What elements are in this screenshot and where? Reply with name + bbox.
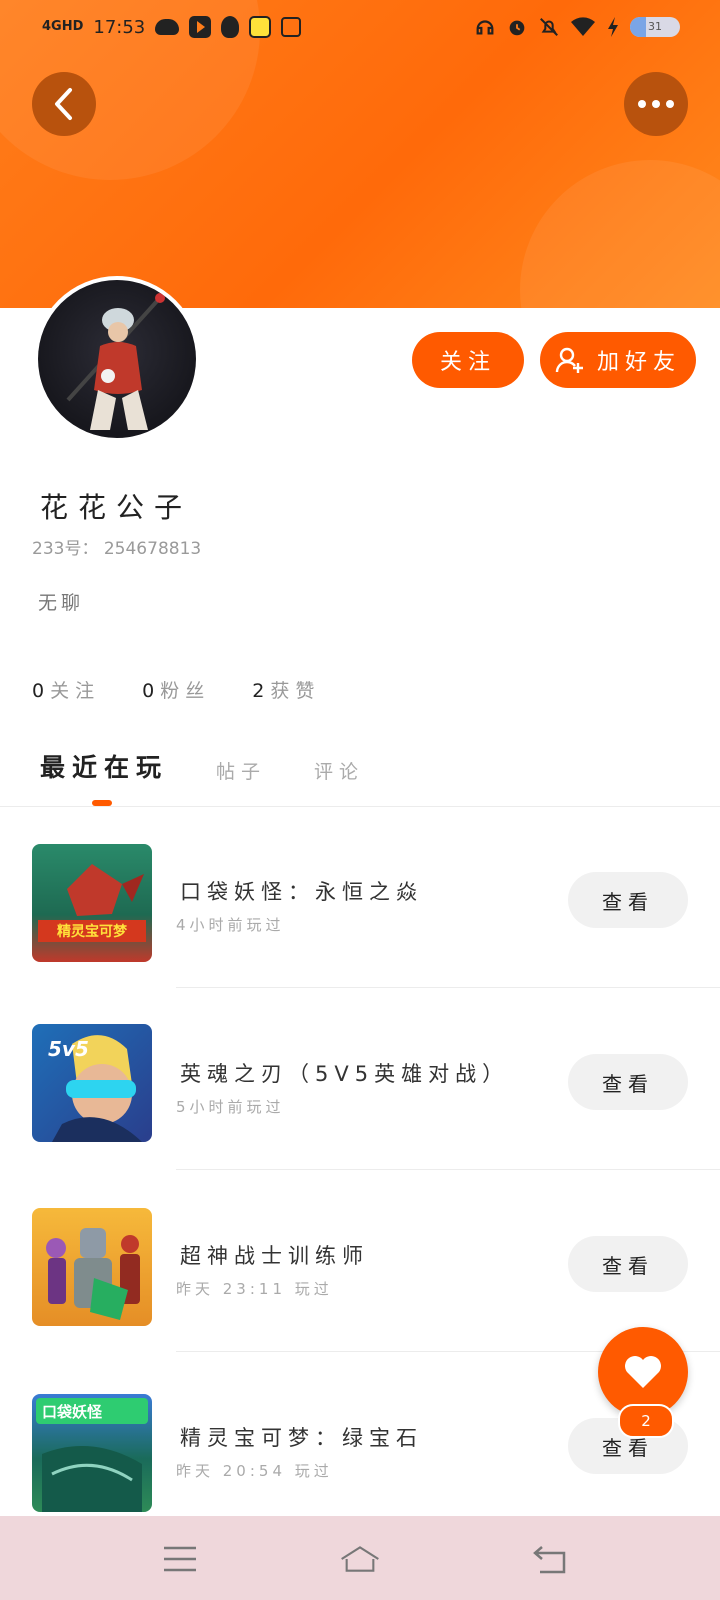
wifi-icon	[571, 17, 595, 36]
status-bar: 4GHD 17:53 31	[0, 0, 720, 56]
headphones-icon	[476, 20, 494, 35]
profile-stats: 0 关注 0 粉丝 2 获赞	[32, 676, 320, 703]
profile-tabs: 最近在玩 帖子 评论	[40, 748, 364, 784]
return-icon	[533, 1546, 566, 1574]
avatar-character-image	[66, 293, 165, 430]
add-friend-button-label: 加好友	[596, 350, 681, 375]
heart-icon	[625, 1356, 661, 1388]
hero-artwork: 5v5	[48, 1035, 142, 1142]
game-thumbnail	[32, 1208, 152, 1326]
uid-label: 233号：	[32, 539, 99, 559]
clock: 17:53	[93, 16, 146, 38]
tab-posts[interactable]: 帖子	[216, 757, 266, 784]
stat-label: 粉丝	[160, 680, 211, 702]
stat-count: 0	[32, 680, 45, 702]
battery-indicator: 31	[630, 17, 680, 37]
pokemon-emerald-artwork: 口袋妖怪	[36, 1398, 148, 1512]
game-thumbnail: 精灵宝可梦	[32, 844, 152, 962]
stat-likes[interactable]: 2 获赞	[252, 676, 320, 703]
add-friend-button[interactable]: 加好友	[540, 332, 696, 388]
divider	[176, 987, 720, 988]
profile-bio: 无聊	[38, 592, 85, 614]
avatar[interactable]	[34, 276, 200, 442]
charging-icon	[608, 17, 618, 37]
divider	[176, 1169, 720, 1170]
video-app-icon	[189, 16, 212, 38]
divider	[0, 806, 720, 807]
game-row[interactable]: 精灵宝可梦 口袋妖怪：永恒之焱 4小时前玩过 查看	[0, 808, 720, 988]
thumbnail-logo-text: 5v5	[48, 1037, 89, 1061]
game-last-played: 5小时前玩过	[176, 1098, 285, 1116]
alarm-icon	[509, 20, 525, 36]
back-chevron-icon	[55, 88, 72, 120]
stat-fans[interactable]: 0 粉丝	[142, 676, 210, 703]
stat-following[interactable]: 0 关注	[32, 676, 100, 703]
back-button[interactable]	[32, 72, 96, 136]
dragon-artwork: 精灵宝可梦	[38, 864, 146, 942]
profile-name: 花花公子	[40, 491, 193, 524]
stat-count: 2	[252, 680, 265, 702]
profile-uid: 233号： 254678813	[32, 534, 201, 559]
menu-button[interactable]	[160, 1542, 200, 1576]
game-row[interactable]: 超神战士训练师 昨天 23:11 玩过 查看	[0, 1172, 720, 1352]
banner-decoration	[520, 160, 720, 308]
mute-icon	[540, 18, 558, 36]
qq-penguin-icon	[221, 16, 240, 38]
view-button[interactable]: 查看	[568, 872, 688, 928]
game-title: 精灵宝可梦：绿宝石	[180, 1426, 423, 1450]
uid-value: 254678813	[103, 539, 202, 559]
game-thumbnail: 5v5	[32, 1024, 152, 1142]
tab-comments[interactable]: 评论	[314, 757, 364, 784]
tab-recently-played[interactable]: 最近在玩	[40, 748, 168, 784]
baidu-icon	[281, 17, 302, 37]
stat-count: 0	[142, 680, 155, 702]
view-button[interactable]: 查看	[568, 1236, 688, 1292]
game-title: 超神战士训练师	[180, 1244, 369, 1268]
warrior-artwork	[46, 1228, 140, 1320]
thumbnail-logo-text: 精灵宝可梦	[57, 923, 128, 940]
follow-button-label: 关注	[439, 350, 496, 375]
game-title: 英魂之刃（5V5英雄对战）	[180, 1062, 510, 1086]
system-nav-bar	[0, 1516, 720, 1600]
home-button[interactable]	[340, 1542, 380, 1576]
view-button[interactable]: 查看	[568, 1054, 688, 1110]
stat-label: 关注	[50, 680, 101, 702]
back-nav-button[interactable]	[530, 1542, 570, 1576]
stat-label: 获赞	[270, 680, 321, 702]
game-row[interactable]: 5v5 英魂之刃（5V5英雄对战） 5小时前玩过 查看	[0, 990, 720, 1170]
cloud-icon	[155, 19, 180, 35]
qq-browser-icon	[249, 16, 272, 38]
thumbnail-logo-text: 口袋妖怪	[42, 1403, 103, 1421]
game-last-played: 昨天 20:54 玩过	[176, 1462, 333, 1480]
network-indicator: 4GHD	[42, 19, 84, 34]
profile-header-banner: 4GHD 17:53 31	[0, 0, 720, 308]
menu-icon	[164, 1546, 196, 1572]
game-title: 口袋妖怪：永恒之焱	[180, 880, 423, 904]
more-button[interactable]	[624, 72, 688, 136]
game-last-played: 4小时前玩过	[176, 916, 285, 934]
more-dots-icon	[638, 100, 674, 108]
game-last-played: 昨天 23:11 玩过	[176, 1280, 333, 1298]
like-count-badge: 2	[618, 1404, 674, 1438]
add-friend-icon	[555, 347, 583, 373]
game-thumbnail: 口袋妖怪	[32, 1394, 152, 1512]
follow-button[interactable]: 关注	[412, 332, 524, 388]
home-icon	[341, 1546, 379, 1572]
